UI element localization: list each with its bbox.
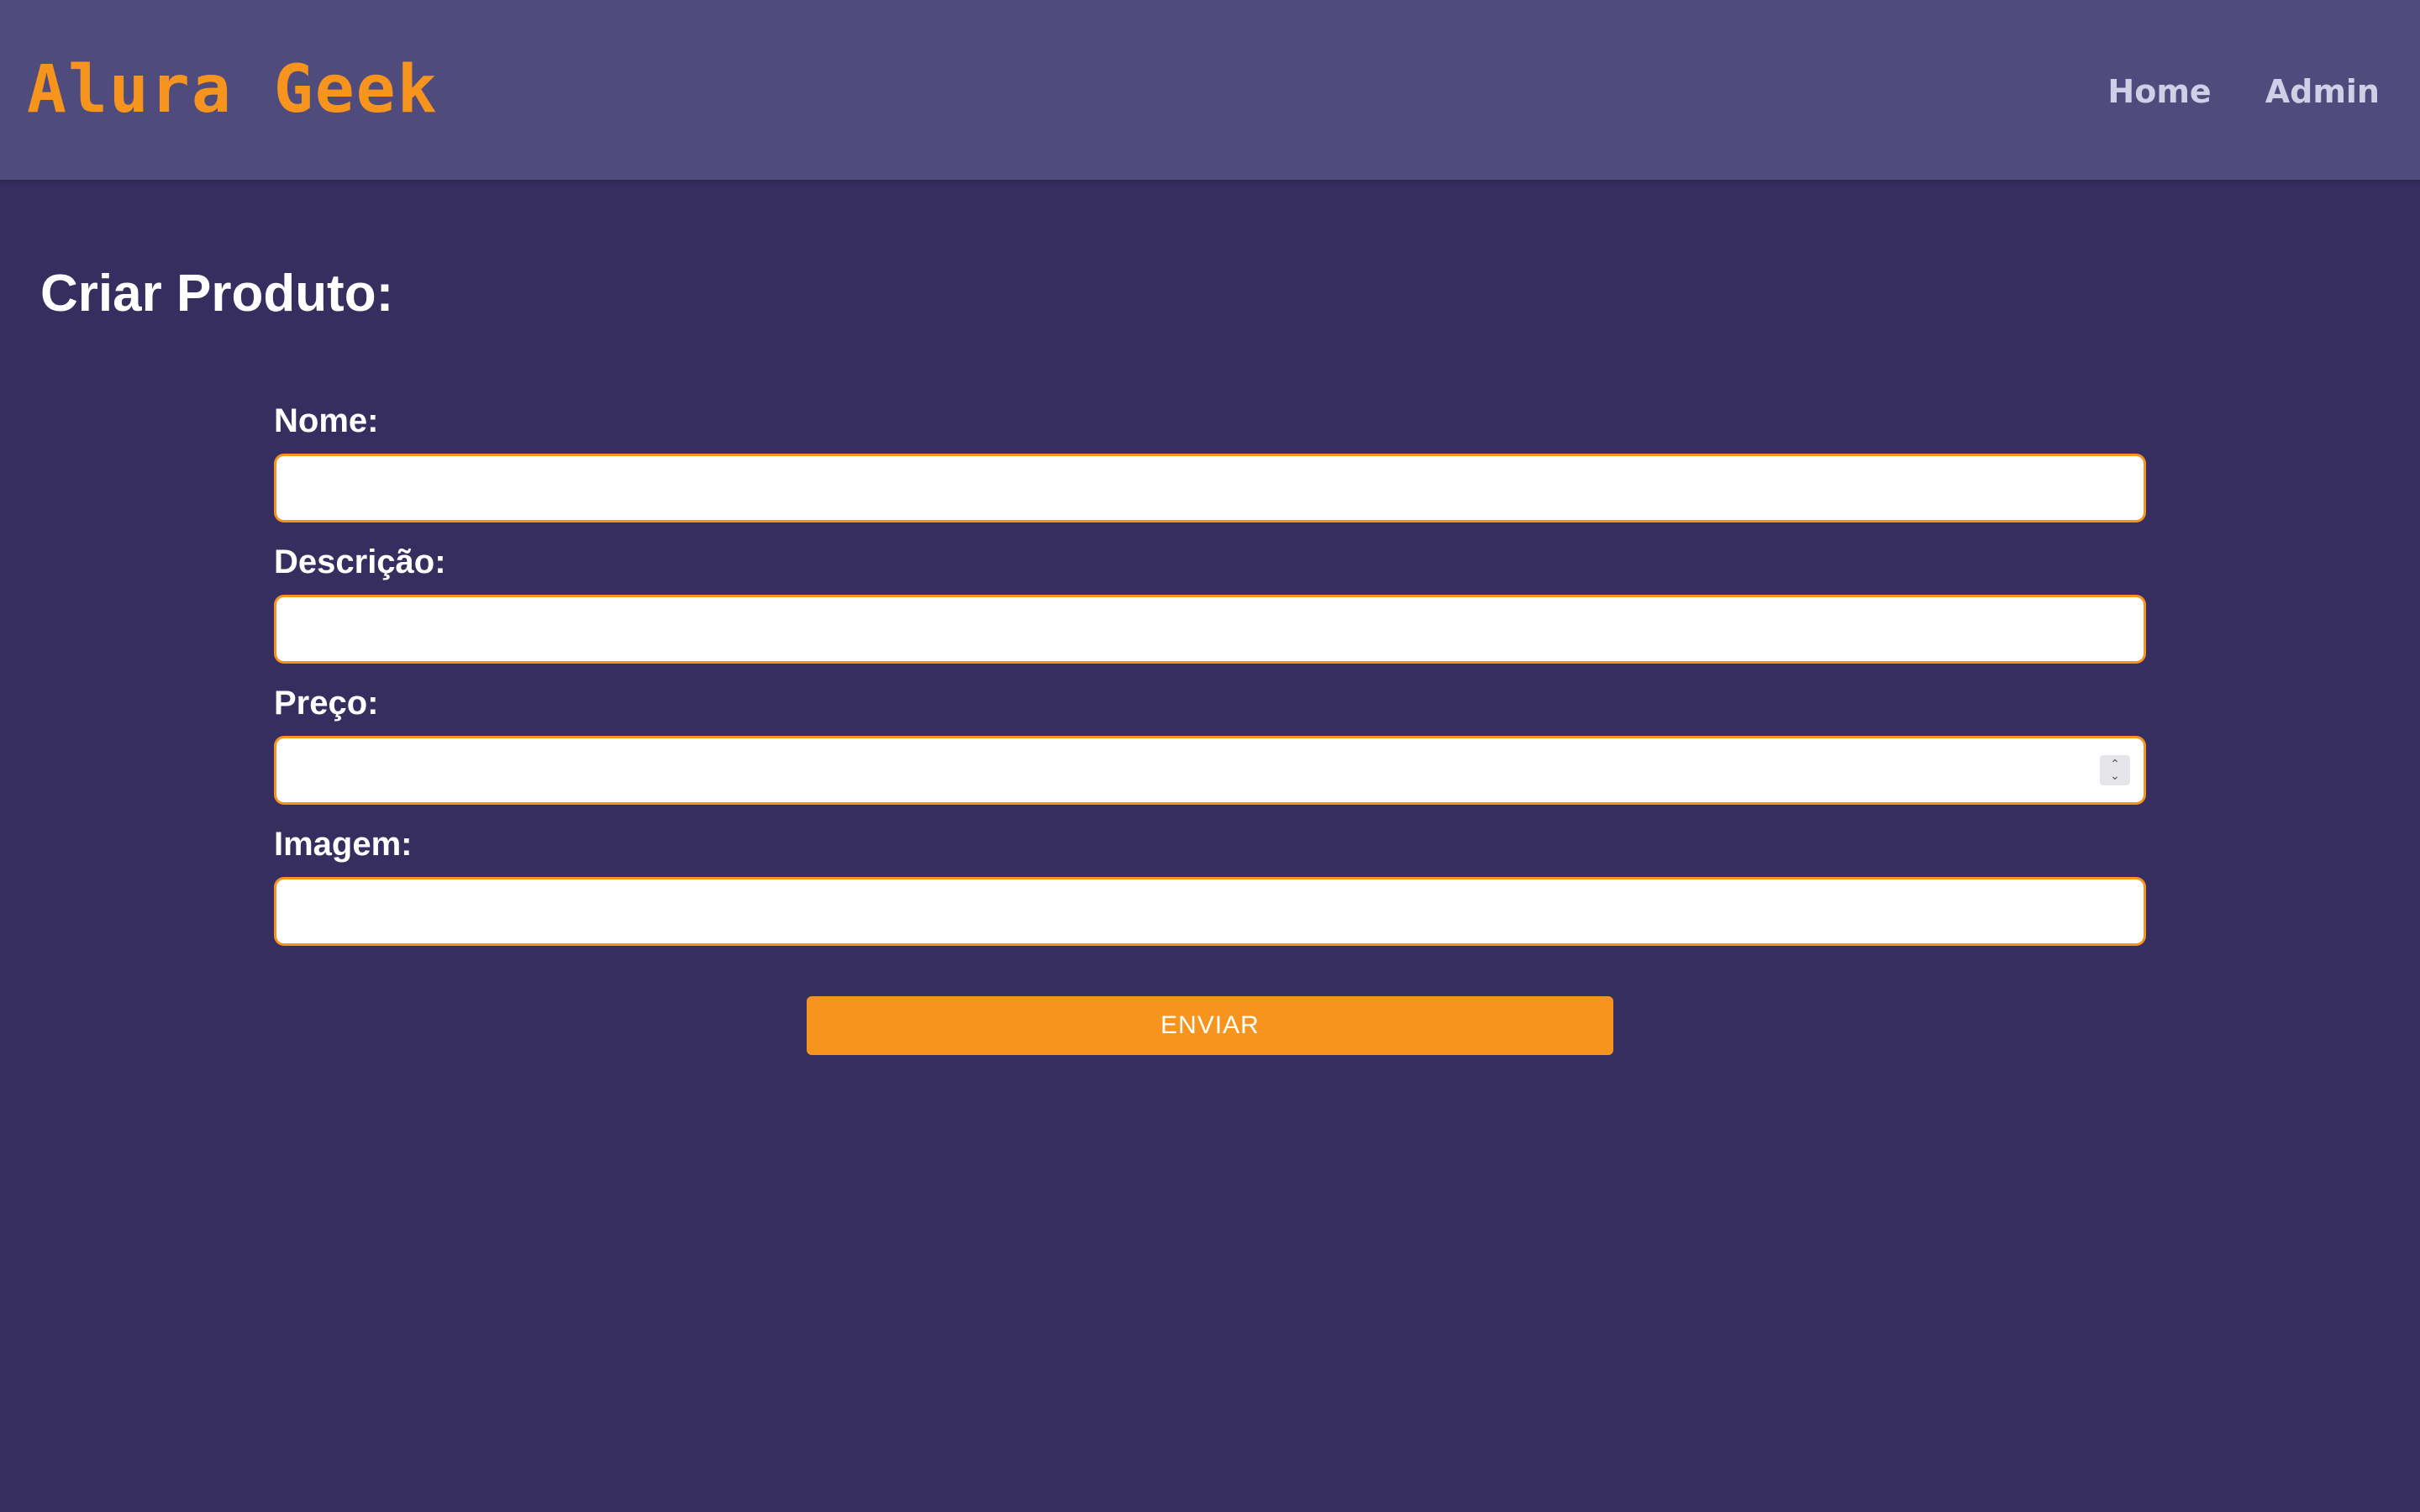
- name-label: Nome:: [274, 402, 379, 439]
- number-spinner-icon[interactable]: ⌃ ⌄: [2100, 755, 2130, 785]
- chevron-up-icon[interactable]: ⌃: [2110, 759, 2120, 770]
- create-product-form: Nome: Descrição: Preço: ⌃ ⌄ Imagem:: [274, 395, 2146, 959]
- nav-link-home[interactable]: Home: [2107, 73, 2211, 110]
- logo[interactable]: Alura Geek: [27, 52, 439, 128]
- name-input[interactable]: [274, 454, 2146, 522]
- price-label: Preço:: [274, 685, 379, 722]
- nav-link-admin[interactable]: Admin: [2265, 73, 2380, 110]
- image-label: Imagem:: [274, 826, 413, 863]
- page-title: Criar Produto:: [40, 265, 394, 323]
- price-input[interactable]: ⌃ ⌄: [274, 736, 2146, 805]
- header: Alura Geek Home Admin: [0, 0, 2420, 180]
- description-input[interactable]: [274, 595, 2146, 664]
- submit-button[interactable]: ENVIAR: [807, 996, 1613, 1055]
- description-label: Descrição:: [274, 543, 446, 580]
- chevron-down-icon[interactable]: ⌄: [2110, 770, 2120, 782]
- main-nav: Home Admin: [2107, 62, 2380, 121]
- image-input[interactable]: [274, 877, 2146, 946]
